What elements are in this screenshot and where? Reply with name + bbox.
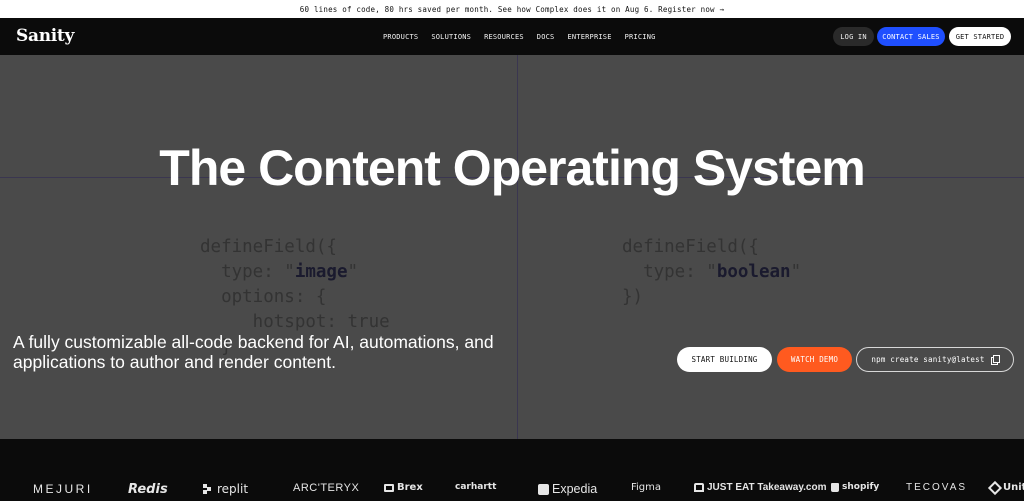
logo-brex: Brex <box>384 482 423 493</box>
contact-sales-button[interactable]: CONTACT SALES <box>877 27 945 46</box>
logo-arcteryx: ARC'TERYX <box>293 482 360 494</box>
get-started-button[interactable]: GET STARTED <box>949 27 1011 46</box>
copy-icon[interactable] <box>990 355 1000 365</box>
logo-tecovas: TECOVAS <box>906 482 968 493</box>
just-eat-icon <box>694 483 704 492</box>
sanity-logo[interactable]: Sanity <box>16 26 74 46</box>
code-sample-boolean: defineField({ type: "boolean"}) <box>622 237 802 307</box>
top-navigation: Sanity PRODUCTS SOLUTIONS RESOURCES DOCS… <box>0 18 1024 55</box>
logo-expedia: Expedia <box>538 482 597 496</box>
watch-demo-button[interactable]: WATCH DEMO <box>777 347 852 372</box>
grid-divider-vertical <box>517 55 518 439</box>
shopify-bag-icon <box>831 482 839 492</box>
login-button[interactable]: LOG IN <box>833 27 874 46</box>
logo-carhartt: carhartt <box>455 482 497 492</box>
announcement-text[interactable]: 60 lines of code, 80 hrs saved per month… <box>300 5 724 14</box>
start-building-button[interactable]: START BUILDING <box>677 347 772 372</box>
hero-section <box>0 55 1024 439</box>
expedia-icon <box>538 483 549 495</box>
logo-mejuri: MEJURI <box>33 482 93 496</box>
menu-item-resources[interactable]: RESOURCES <box>484 33 524 41</box>
hero-title: The Content Operating System <box>159 140 865 196</box>
unity-icon <box>987 480 1003 495</box>
announcement-banner[interactable]: 60 lines of code, 80 hrs saved per month… <box>0 0 1024 18</box>
hero-subtitle: A fully customizable all-code backend fo… <box>13 332 494 372</box>
replit-icon <box>203 484 213 494</box>
menu-item-solutions[interactable]: SOLUTIONS <box>431 33 471 41</box>
logo-just-eat: JUST EAT Takeaway.com <box>694 482 827 493</box>
brex-icon <box>384 483 394 492</box>
menu-item-products[interactable]: PRODUCTS <box>383 33 418 41</box>
logo-shopify: shopify <box>831 482 879 492</box>
menu-item-docs[interactable]: DOCS <box>537 33 555 41</box>
logo-figma: Figma <box>631 482 662 493</box>
logo-unity: Unity <box>987 480 1024 495</box>
npm-command-button[interactable]: npm create sanity@latest <box>856 347 1014 372</box>
main-menu: PRODUCTS SOLUTIONS RESOURCES DOCS ENTERP… <box>383 18 669 55</box>
menu-item-pricing[interactable]: PRICING <box>625 33 656 41</box>
logo-replit: replit <box>203 482 248 496</box>
menu-item-enterprise[interactable]: ENTERPRISE <box>567 33 611 41</box>
logo-redis: Redis <box>128 482 168 497</box>
npm-command-text: npm create sanity@latest <box>871 355 985 364</box>
